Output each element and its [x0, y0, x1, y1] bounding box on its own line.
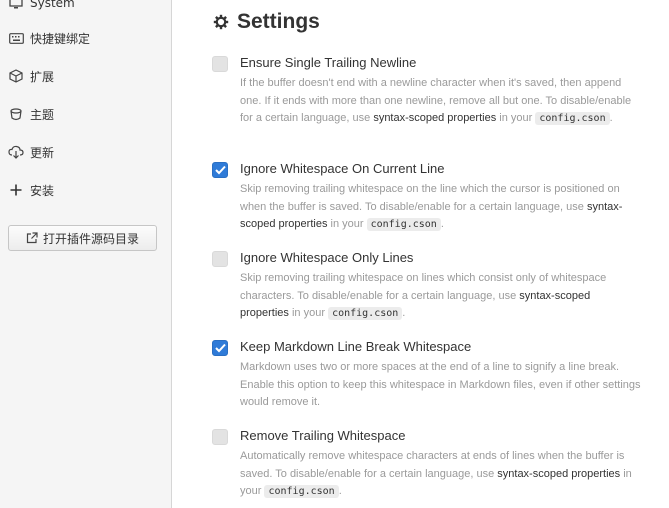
- keyboard-icon: [8, 30, 24, 46]
- settings-panel: Settings Ensure Single Trailing Newline …: [172, 0, 669, 508]
- settings-header: Settings: [213, 10, 320, 34]
- sidebar-item-system[interactable]: System: [0, 0, 171, 21]
- description-text: Skip removing trailing whitespace on the…: [240, 183, 620, 213]
- checkmark-icon: [215, 165, 226, 175]
- external-link-icon: [26, 232, 38, 244]
- syntax-scoped-properties-link[interactable]: syntax-scoped properties: [373, 112, 496, 124]
- sidebar-item-keybindings[interactable]: 快捷键绑定: [0, 20, 171, 56]
- description-text: .: [609, 112, 613, 124]
- sidebar-item-label: System: [30, 0, 75, 10]
- sidebar-item-install[interactable]: 安装: [0, 172, 171, 208]
- sidebar-item-label: 主题: [30, 107, 55, 122]
- setting-checkbox[interactable]: [212, 56, 228, 72]
- open-package-source-label: 打开插件源码目录: [42, 231, 139, 246]
- config-file-code: config.cson: [366, 218, 441, 231]
- description-text: in your: [288, 307, 329, 319]
- setting-description: Markdown uses two or more spaces at the …: [240, 359, 642, 412]
- plus-icon: [8, 182, 24, 198]
- description-text: .: [402, 307, 406, 319]
- setting-description: If the buffer doesn't end with a newline…: [240, 75, 642, 128]
- description-text: in your: [496, 112, 536, 124]
- sidebar-item-updates[interactable]: 更新: [0, 134, 171, 170]
- open-package-source-button[interactable]: 打开插件源码目录: [8, 225, 157, 251]
- settings-window: System 快捷键绑定 扩展 主题 更新 安装 打开插件源码目录 Settin…: [0, 0, 669, 508]
- setting-checkbox[interactable]: [212, 162, 228, 178]
- setting-description: Skip removing trailing whitespace on lin…: [240, 270, 642, 323]
- setting-checkbox[interactable]: [212, 251, 228, 267]
- sidebar-item-label: 安装: [30, 183, 55, 198]
- gear-icon: [213, 14, 229, 30]
- setting-title[interactable]: Ignore Whitespace On Current Line: [240, 161, 445, 176]
- description-text: in your: [327, 218, 367, 230]
- setting-title[interactable]: Ensure Single Trailing Newline: [240, 55, 416, 70]
- paintcan-icon: [8, 106, 24, 122]
- setting-checkbox[interactable]: [212, 340, 228, 356]
- checkmark-icon: [215, 343, 226, 353]
- setting-title[interactable]: Remove Trailing Whitespace: [240, 428, 405, 443]
- config-file-code: config.cson: [535, 112, 610, 125]
- sidebar-item-label: 快捷键绑定: [30, 31, 91, 46]
- sidebar-item-themes[interactable]: 主题: [0, 96, 171, 132]
- description-text: Markdown uses two or more spaces at the …: [240, 361, 641, 408]
- setting-title[interactable]: Ignore Whitespace Only Lines: [240, 250, 413, 265]
- syntax-scoped-properties-link[interactable]: syntax-scoped properties: [497, 468, 620, 480]
- page-title: Settings: [237, 10, 320, 33]
- setting-description: Skip removing trailing whitespace on the…: [240, 181, 642, 234]
- config-file-code: config.cson: [328, 307, 403, 320]
- package-icon: [8, 68, 24, 84]
- sidebar-item-label: 更新: [30, 145, 55, 160]
- setting-description: Automatically remove whitespace characte…: [240, 448, 642, 501]
- description-text: .: [338, 485, 342, 497]
- monitor-icon: [8, 0, 24, 11]
- description-text: .: [440, 218, 444, 230]
- config-file-code: config.cson: [264, 485, 339, 498]
- sidebar: System 快捷键绑定 扩展 主题 更新 安装 打开插件源码目录: [0, 0, 172, 508]
- sidebar-item-packages[interactable]: 扩展: [0, 58, 171, 94]
- setting-title[interactable]: Keep Markdown Line Break Whitespace: [240, 339, 471, 354]
- cloud-download-icon: [8, 144, 24, 160]
- sidebar-item-label: 扩展: [30, 69, 55, 84]
- setting-checkbox[interactable]: [212, 429, 228, 445]
